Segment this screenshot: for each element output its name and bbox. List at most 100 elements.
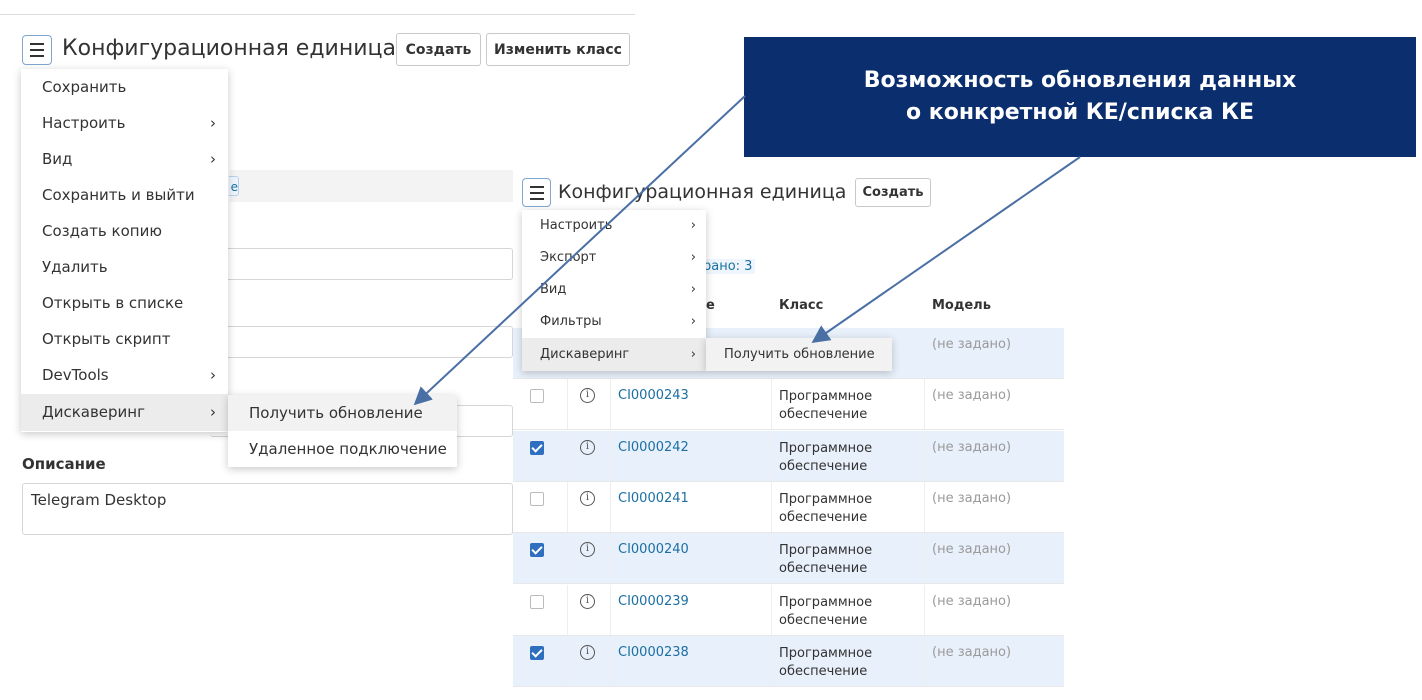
form-field-2[interactable] xyxy=(210,326,513,358)
menu-item-view[interactable]: Вид › xyxy=(21,141,228,177)
row-model: (не задано) xyxy=(932,594,1012,609)
info-icon[interactable]: i xyxy=(580,645,595,660)
row-checkbox-checked[interactable] xyxy=(530,646,544,660)
hamburger-icon xyxy=(529,185,544,188)
chevron-right-icon: › xyxy=(690,347,696,362)
list-create-button[interactable]: Создать xyxy=(855,178,931,207)
row-class: Программное обеспечение xyxy=(779,389,873,422)
chevron-right-icon: › xyxy=(210,114,216,132)
column-divider xyxy=(771,431,772,481)
row-code-link[interactable]: CI0000240 xyxy=(618,542,689,557)
tag-chip: e xyxy=(229,176,239,196)
row-checkbox[interactable] xyxy=(530,389,544,403)
column-divider xyxy=(924,636,925,686)
chevron-right-icon: › xyxy=(690,314,696,329)
row-code-link[interactable]: CI0000243 xyxy=(618,388,689,403)
list-hamburger-menu-button[interactable] xyxy=(522,178,551,207)
column-divider xyxy=(924,379,925,429)
chevron-right-icon: › xyxy=(690,218,696,233)
column-divider xyxy=(610,379,611,429)
column-header-name[interactable]: е xyxy=(706,298,715,313)
column-divider xyxy=(771,585,772,635)
row-model: (не задано) xyxy=(932,440,1012,455)
callout-line-2: о конкретной КЕ/списка КЕ xyxy=(906,100,1254,125)
menu-item-save-and-exit[interactable]: Сохранить и выйти xyxy=(21,177,228,213)
row-code-link[interactable]: CI0000242 xyxy=(618,440,689,455)
menu-item-devtools[interactable]: DevTools › xyxy=(21,357,228,393)
table-row[interactable]: i CI0000241 Программное обеспечение (не … xyxy=(513,482,1064,533)
actions-menu: Сохранить Настроить › Вид › Сохранить и вы… xyxy=(21,69,228,432)
list-menu-item-filters[interactable]: Фильтры › xyxy=(522,306,706,338)
table-row[interactable]: i CI0000239 Программное обеспечение (не … xyxy=(513,585,1064,636)
menu-item-label: Экспорт xyxy=(540,250,597,265)
row-code-link[interactable]: CI0000239 xyxy=(618,594,689,609)
table-row[interactable]: i CI0000242 Программное обеспечение (не … xyxy=(513,431,1064,482)
list-discovery-submenu: Получить обновление xyxy=(706,338,892,371)
column-divider xyxy=(924,585,925,635)
row-model: (не задано) xyxy=(932,491,1012,506)
column-header-model[interactable]: Модель xyxy=(932,298,991,313)
chevron-right-icon: › xyxy=(690,250,696,265)
menu-item-label: DevTools xyxy=(42,366,109,384)
menu-item-label: Фильтры xyxy=(540,314,602,329)
menu-item-open-in-list[interactable]: Открыть в списке xyxy=(21,285,228,321)
row-class: Программное обеспечение xyxy=(779,646,873,679)
list-menu-item-configure[interactable]: Настроить › xyxy=(522,210,706,242)
table-row[interactable]: i CI0000240 Программное обеспечение (не … xyxy=(513,533,1064,584)
column-header-class[interactable]: Класс xyxy=(779,298,823,313)
menu-item-configure[interactable]: Настроить › xyxy=(21,105,228,141)
menu-item-label: Открыть скрипт xyxy=(42,330,171,348)
row-class: Программное обеспечение xyxy=(779,543,873,576)
list-menu-item-export[interactable]: Экспорт › xyxy=(522,242,706,274)
info-icon[interactable]: i xyxy=(580,594,595,609)
menu-item-copy[interactable]: Создать копию xyxy=(21,213,228,249)
hamburger-icon xyxy=(30,43,44,45)
row-code-link[interactable]: CI0000238 xyxy=(618,645,689,660)
hamburger-icon-line xyxy=(30,55,44,57)
row-model: (не задано) xyxy=(932,388,1012,403)
info-icon[interactable]: i xyxy=(580,542,595,557)
column-divider xyxy=(567,636,568,686)
submenu-item-label: Удаленное подключение xyxy=(249,440,447,458)
submenu-item-remote-connection[interactable]: Удаленное подключение xyxy=(228,431,457,467)
column-divider xyxy=(771,636,772,686)
change-class-button[interactable]: Изменить класс xyxy=(486,33,630,66)
row-checkbox-checked[interactable] xyxy=(530,543,544,557)
form-field-1[interactable] xyxy=(210,248,513,280)
page-title: Конфигурационная единица xyxy=(62,36,396,61)
info-icon[interactable]: i xyxy=(580,440,595,455)
row-checkbox[interactable] xyxy=(530,595,544,609)
discovery-submenu: Получить обновление Удаленное подключени… xyxy=(228,395,457,467)
table-row[interactable]: i CI0000243 Программное обеспечение (не … xyxy=(513,379,1064,430)
info-icon[interactable]: i xyxy=(580,388,595,403)
hamburger-menu-button[interactable] xyxy=(22,35,52,65)
description-field[interactable]: Telegram Desktop xyxy=(22,483,513,535)
menu-item-label: Настроить xyxy=(42,114,126,132)
menu-item-label: Удалить xyxy=(42,258,108,276)
menu-item-label: Создать копию xyxy=(42,222,162,240)
selected-count: рано: 3 xyxy=(700,259,756,274)
hamburger-icon-line xyxy=(529,191,544,194)
submenu-item-get-update[interactable]: Получить обновление xyxy=(228,395,457,431)
menu-item-delete[interactable]: Удалить xyxy=(21,249,228,285)
table-row[interactable]: i CI0000238 Программное обеспечение (не … xyxy=(513,636,1064,687)
create-button[interactable]: Создать xyxy=(396,33,481,66)
menu-item-discovery[interactable]: Дискаверинг › xyxy=(21,394,228,431)
list-menu-item-view[interactable]: Вид › xyxy=(522,274,706,306)
callout-line-1: Возможность обновления данных xyxy=(863,68,1297,93)
menu-item-save[interactable]: Сохранить xyxy=(21,69,228,105)
menu-item-label: Настроить xyxy=(540,218,613,233)
info-icon[interactable]: i xyxy=(580,491,595,506)
list-menu-item-discovery[interactable]: Дискаверинг › xyxy=(522,338,706,371)
row-checkbox[interactable] xyxy=(530,492,544,506)
menu-item-open-script[interactable]: Открыть скрипт xyxy=(21,321,228,357)
top-divider xyxy=(0,14,635,15)
row-code-link[interactable]: CI0000241 xyxy=(618,491,689,506)
list-submenu-item-get-update[interactable]: Получить обновление xyxy=(706,338,892,371)
column-divider xyxy=(567,379,568,429)
column-divider xyxy=(771,482,772,532)
column-divider xyxy=(924,482,925,532)
column-divider xyxy=(924,431,925,481)
row-checkbox-checked[interactable] xyxy=(530,441,544,455)
submenu-item-label: Получить обновление xyxy=(249,404,423,422)
